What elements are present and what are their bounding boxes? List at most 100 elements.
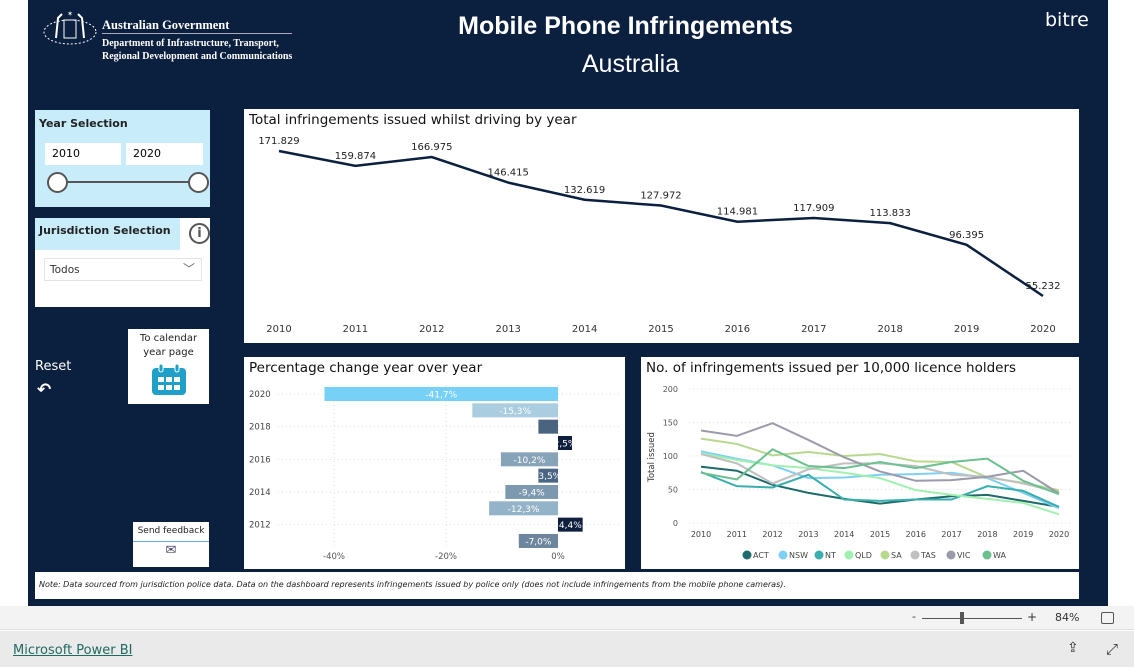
slider-handle-start[interactable] [47, 172, 68, 193]
legend-label: WA [993, 551, 1006, 560]
data-label: 117.909 [793, 203, 834, 214]
y-tick-label: 2020 [249, 390, 271, 400]
data-label: 171.829 [258, 136, 299, 147]
legend-marker [844, 550, 854, 560]
share-icon[interactable]: ⇪ [1067, 640, 1079, 656]
bar-label: -3,5% [535, 472, 562, 482]
x-tick-label: 2012 [419, 324, 444, 335]
chevron-down-icon: ﹀ [182, 262, 195, 276]
x-tick-label: 2018 [877, 324, 902, 335]
y-tick-label: 200 [663, 385, 678, 394]
y-tick-label: 2012 [249, 521, 271, 531]
legend-label: TAS [920, 551, 936, 560]
y-tick-label: 50 [668, 486, 678, 495]
feedback-label: Send feedback [133, 522, 209, 542]
per-licence-holders-chart: No. of infringements issued per 10,000 l… [641, 357, 1079, 569]
x-tick-label: 2014 [834, 530, 854, 539]
report-canvas: ✶ Australian Government Department of In… [28, 0, 1108, 606]
y-tick-label: 2016 [249, 455, 271, 465]
legend-marker [814, 550, 824, 560]
bar-label: -12,3% [508, 505, 540, 515]
x-tick-label: 2010 [691, 530, 711, 539]
x-tick-label: -40% [323, 552, 345, 562]
data-label: 55.232 [1026, 281, 1061, 292]
x-tick-label: 2019 [1013, 530, 1033, 539]
reset-label[interactable]: Reset [35, 359, 71, 374]
zoom-bar: - + 84% [0, 606, 1134, 630]
power-bi-link[interactable]: Microsoft Power BI [13, 643, 132, 658]
bar [538, 419, 558, 434]
zoom-slider-handle[interactable] [960, 612, 964, 624]
legend-label: QLD [855, 551, 872, 560]
calendar-icon [151, 363, 186, 395]
x-tick-label: 2015 [870, 530, 890, 539]
x-tick-label: 2014 [572, 324, 597, 335]
data-label: 132.619 [564, 185, 605, 196]
year-selection-slicer: Year Selection 2010 2020 [35, 110, 210, 207]
legend-marker [946, 550, 956, 560]
info-icon[interactable]: i [189, 223, 210, 244]
legend-label: NSW [789, 551, 808, 560]
send-feedback-button[interactable]: Send feedback ✉ [133, 522, 209, 567]
y-tick-label: 2014 [249, 488, 271, 498]
data-label: 127.972 [640, 191, 681, 202]
jurisdiction-label: Jurisdiction Selection [39, 224, 171, 237]
x-tick-label: 2011 [727, 530, 747, 539]
legend-label: ACT [753, 551, 769, 560]
footer: Microsoft Power BI ⇪ ⤢ [0, 631, 1134, 667]
legend-marker [982, 550, 992, 560]
x-tick-label: 2015 [648, 324, 673, 335]
year-to-input[interactable]: 2020 [126, 143, 203, 165]
zoom-out-button[interactable]: - [912, 610, 916, 623]
jurisdiction-slicer: Jurisdiction Selection i Todos ﹀ [35, 218, 210, 307]
legend-label: SA [891, 551, 902, 560]
x-tick-label: 2017 [801, 324, 826, 335]
bar-label: 4,4% [559, 521, 582, 531]
bar-label: -9,4% [519, 488, 546, 498]
slider-handle-end[interactable] [188, 172, 209, 193]
percentage-change-chart: Percentage change year over year -40% -20… [244, 357, 625, 569]
x-tick-label: 2016 [906, 530, 926, 539]
data-label: 113.833 [870, 208, 911, 219]
data-label: 96.395 [949, 230, 984, 241]
x-tick-label: 0% [551, 552, 565, 562]
legend-label: NT [825, 551, 836, 560]
bitre-logo: bitre [1045, 9, 1089, 31]
x-tick-label: 2020 [1049, 530, 1069, 539]
data-note: Note: Data sourced from jurisdiction pol… [35, 572, 1079, 599]
zoom-slider-track[interactable] [922, 618, 1022, 619]
zoom-level: 84% [1055, 611, 1080, 624]
zoom-in-button[interactable]: + [1027, 610, 1037, 624]
page-subtitle: Australia [581, 50, 680, 78]
undo-icon[interactable]: ↶ [37, 380, 51, 400]
legend-marker [910, 550, 920, 560]
y-tick-label: 100 [663, 452, 678, 461]
bar-label: -10,2% [514, 456, 546, 466]
x-tick-label: 2018 [977, 530, 997, 539]
data-label: 114.981 [717, 207, 758, 218]
y-tick-label: 2018 [249, 423, 271, 433]
page-title: Mobile Phone Infringements [458, 12, 793, 40]
legend-marker [880, 550, 890, 560]
x-tick-label: 2017 [941, 530, 961, 539]
x-tick-label: 2010 [266, 324, 291, 335]
jurisdiction-dropdown[interactable]: Todos ﹀ [44, 258, 202, 281]
bar-label: -7,0% [525, 537, 552, 547]
x-tick-label: -20% [435, 552, 457, 562]
series-line-vic [700, 422, 1060, 495]
legend-marker [742, 550, 752, 560]
total-infringements-chart: Total infringements issued whilst drivin… [244, 109, 1079, 343]
year-from-input[interactable]: 2010 [45, 143, 121, 165]
x-tick-label: 2013 [495, 324, 520, 335]
fullscreen-icon[interactable]: ⤢ [1106, 640, 1118, 658]
x-tick-label: 2012 [762, 530, 782, 539]
total-line [278, 149, 1044, 298]
mail-icon: ✉ [165, 543, 177, 558]
data-label: 166.975 [411, 142, 452, 153]
x-tick-label: 2016 [725, 324, 750, 335]
y-tick-label: 0 [673, 519, 678, 528]
data-label: 146.415 [488, 168, 529, 179]
fit-to-page-icon[interactable] [1101, 612, 1114, 624]
calendar-page-button[interactable]: To calendar year page [128, 329, 209, 404]
x-tick-label: 2013 [798, 530, 818, 539]
